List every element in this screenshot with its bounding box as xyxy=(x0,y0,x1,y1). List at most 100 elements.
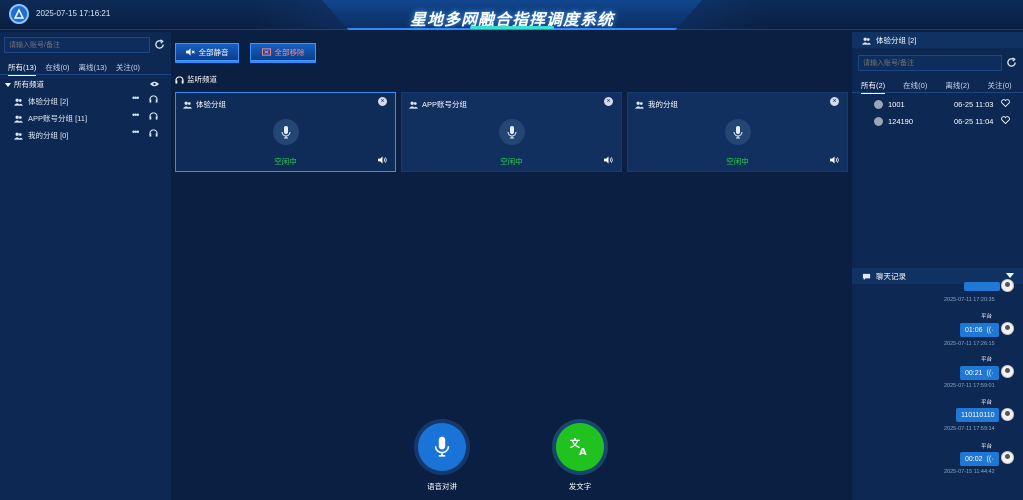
message-sender: 平台 xyxy=(981,444,993,450)
user-time: 06-25 11:04 xyxy=(954,117,994,126)
chat-title: 聊天记录 xyxy=(862,271,906,282)
text-message-bubble[interactable]: 110110110 xyxy=(956,408,1000,422)
headphones-icon[interactable] xyxy=(149,95,158,105)
channel-mic-button[interactable] xyxy=(499,119,525,145)
user-row[interactable]: 124190 06-25 11:04 xyxy=(874,116,1014,126)
channel-status: 空闲中 xyxy=(726,157,749,166)
message-time: 2025-07-15 11:44:42 xyxy=(944,469,995,475)
group-header: 体验分组 [2] xyxy=(852,32,1023,48)
refresh-icon[interactable] xyxy=(1006,57,1018,69)
user-id: 1001 xyxy=(888,100,905,109)
translate-icon: 文A xyxy=(570,437,587,457)
tree-item-group[interactable]: APP账号分组 [11] ••• xyxy=(14,110,164,124)
group-title-text: 体验分组 [2] xyxy=(876,36,917,45)
tree-root[interactable]: 所有频道 xyxy=(5,79,44,90)
channel-name: 我的分组 xyxy=(648,100,678,109)
voice-talk-circle xyxy=(418,423,466,471)
message-sender: 平台 xyxy=(981,400,993,406)
heart-icon[interactable] xyxy=(1001,99,1010,109)
send-text-circle: 文A xyxy=(556,423,604,471)
refresh-icon[interactable] xyxy=(154,39,166,51)
user-status-icon xyxy=(874,117,883,126)
tree-item-group[interactable]: 体验分组 [2] ••• xyxy=(14,93,164,107)
users-icon xyxy=(635,101,644,109)
microphone-icon xyxy=(434,436,450,457)
monitor-label-text: 监听频道 xyxy=(187,75,217,84)
message-content: 00:02 xyxy=(965,455,983,463)
message-content: 00:21 xyxy=(965,369,983,377)
message-time: 2025-07-11 17:26:15 xyxy=(944,341,995,347)
left-search-input[interactable] xyxy=(4,37,150,53)
headphones-icon[interactable] xyxy=(149,129,158,139)
left-panel: 所有(13) 在线(0) 离线(13) 关注(0) 所有频道 体验分组 [2] … xyxy=(0,32,171,500)
message-time: 2025-07-11 17:59:14 xyxy=(944,426,995,432)
avatar xyxy=(1001,365,1014,378)
message-content: 110110110 xyxy=(961,411,995,419)
channel-name: 体验分组 xyxy=(196,100,226,109)
voice-message-bubble[interactable]: 00:02 ((· xyxy=(960,452,999,466)
channel-status: 空闲中 xyxy=(500,157,523,166)
channel-card-title: APP账号分组 xyxy=(409,99,467,110)
close-icon[interactable]: × xyxy=(830,97,839,106)
voice-talk-button[interactable] xyxy=(414,419,470,475)
voice-message-bubble[interactable]: 00:21 ((· xyxy=(960,366,999,380)
close-icon[interactable]: × xyxy=(378,97,387,106)
avatar xyxy=(1001,279,1014,292)
headphones-icon[interactable] xyxy=(149,112,158,122)
voice-message-bubble[interactable]: 01:06 ((· xyxy=(960,323,999,337)
volume-icon[interactable] xyxy=(378,156,387,166)
channel-card-title: 体验分组 xyxy=(183,99,226,110)
group-title: 体验分组 [2] xyxy=(862,35,916,46)
collapse-icon[interactable] xyxy=(1006,273,1014,278)
headphones-icon xyxy=(175,75,184,84)
close-icon[interactable]: × xyxy=(604,97,613,106)
message-content: 01:06 xyxy=(965,326,983,334)
message-sender: 平台 xyxy=(981,314,993,320)
tree-item-group[interactable]: 我的分组 [0] ••• xyxy=(14,127,164,141)
tree-item-label: 体验分组 [2] xyxy=(28,97,69,106)
remove-all-label: 全部移除 xyxy=(274,47,305,57)
heart-icon[interactable] xyxy=(1001,116,1010,126)
avatar xyxy=(1001,451,1014,464)
mute-all-label: 全部静音 xyxy=(198,47,229,57)
user-time: 06-25 11:03 xyxy=(954,100,994,109)
send-text-button[interactable]: 文A xyxy=(552,419,608,475)
volume-icon[interactable] xyxy=(830,156,839,166)
channel-card[interactable]: APP账号分组 × 空闲中 xyxy=(401,92,622,172)
eye-icon[interactable] xyxy=(150,80,159,89)
tree-root-label: 所有频道 xyxy=(14,80,44,89)
microphone-icon xyxy=(733,125,743,138)
title-underline xyxy=(470,26,554,29)
channel-mic-button[interactable] xyxy=(725,119,751,145)
user-status-icon xyxy=(874,100,883,109)
avatar xyxy=(1001,322,1014,335)
channel-card-title: 我的分组 xyxy=(635,99,678,110)
mute-icon xyxy=(185,48,195,56)
chat-title-text: 聊天记录 xyxy=(876,272,906,281)
user-row[interactable]: 1001 06-25 11:03 xyxy=(874,99,1014,109)
channel-card[interactable]: 体验分组 × 空闲中 xyxy=(175,92,396,172)
channel-mic-button[interactable] xyxy=(273,119,299,145)
microphone-icon xyxy=(281,125,291,138)
caret-down-icon xyxy=(5,82,11,87)
users-icon xyxy=(183,101,192,109)
volume-icon[interactable] xyxy=(604,156,613,166)
message-bubble-partial[interactable] xyxy=(964,282,1000,291)
message-time: 2025-07-11 17:20:35 xyxy=(944,297,995,303)
users-icon xyxy=(862,37,871,45)
logo-icon xyxy=(9,4,29,24)
channel-card[interactable]: 我的分组 × 空闲中 xyxy=(627,92,848,172)
more-icon[interactable]: ••• xyxy=(132,93,140,103)
channel-status: 空闲中 xyxy=(274,157,297,166)
message-time: 2025-07-11 17:59:01 xyxy=(944,383,995,389)
remove-all-button[interactable]: 全部移除 xyxy=(250,43,316,61)
more-icon[interactable]: ••• xyxy=(132,127,140,137)
more-icon[interactable]: ••• xyxy=(132,110,140,120)
monitor-section-label: 监听频道 xyxy=(175,74,217,85)
mute-all-button[interactable]: 全部静音 xyxy=(175,43,239,61)
voice-wave-icon: ((· xyxy=(986,369,994,377)
divider xyxy=(0,74,171,75)
datetime: 2025-07-15 17:16:21 xyxy=(36,9,111,18)
users-icon xyxy=(14,132,23,140)
right-search-input[interactable] xyxy=(858,55,1002,71)
